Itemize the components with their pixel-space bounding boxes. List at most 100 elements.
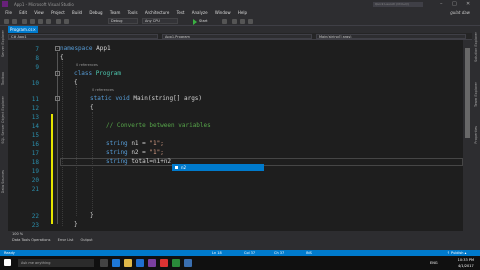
platform-select[interactable]: Any CPU [142,18,178,24]
scrollbar-thumb[interactable] [465,48,470,138]
line-number: 9 [35,64,39,71]
visual-studio-taskbar-icon[interactable] [148,259,156,267]
line-number: 16 [31,141,39,148]
new-project-icon[interactable] [22,19,27,24]
properties-tab[interactable]: Properties [474,126,478,144]
file-explorer-icon[interactable] [124,259,132,267]
tab-data-tools-operations[interactable]: Data Tools Operations [12,238,50,242]
fold-toggle-class[interactable]: - [55,71,60,76]
tab-output[interactable]: Output [80,238,92,242]
line-number: 7 [35,46,39,53]
menu-bar: File Edit View Project Build Debug Team … [0,9,480,17]
left-tool-strip: Server Explorer Toolbox SQL Server Objec… [0,26,8,250]
undo-icon[interactable] [56,19,61,24]
comment-icon[interactable] [232,19,237,24]
menu-test[interactable]: Test [177,10,185,15]
quick-launch-input[interactable]: Quick Launch (Ctrl+Q) [373,2,423,7]
bookmark-icon[interactable] [248,19,253,24]
clock[interactable]: 10:33 PM 4/1/2017 [458,257,474,269]
fold-toggle-main[interactable]: - [55,96,60,101]
line-number: 22 [31,213,39,220]
tab-program-cs[interactable]: Program.cs × [8,26,38,33]
code-line-brace: } [90,212,94,219]
code-lens-references[interactable]: 0 references [92,88,114,92]
start-icon[interactable] [193,19,197,25]
title-bar: App1 - Microsoft Visual Studio Quick Lau… [0,0,480,9]
menu-analyze[interactable]: Analyze [192,10,208,15]
edge-icon[interactable] [112,259,120,267]
server-explorer-tab[interactable]: Server Explorer [1,30,5,57]
project-dropdown[interactable]: C# App1 [8,34,158,39]
sql-server-object-explorer-tab[interactable]: SQL Server Object Explorer [1,96,5,144]
line-number: 17 [31,150,39,157]
code-line-brace: } [74,221,78,228]
tab-close-icon[interactable]: × [33,26,36,33]
menu-view[interactable]: View [34,10,44,15]
menu-tools[interactable]: Tools [128,10,138,15]
uncomment-icon[interactable] [240,19,245,24]
menu-architecture[interactable]: Architecture [145,10,170,15]
toolbox-tab[interactable]: Toolbox [1,72,5,85]
vertical-scrollbar[interactable] [463,40,472,231]
line-number: 23 [31,222,39,229]
start-button[interactable]: Start [199,17,208,26]
language-indicator[interactable]: ENG [430,256,438,270]
tab-label: Program.cs [10,27,33,32]
line-number: 21 [31,186,39,193]
menu-edit[interactable]: Edit [19,10,27,15]
clock-date: 4/1/2017 [457,264,474,268]
document-tab-strip [8,26,472,33]
task-view-icon[interactable] [100,259,108,267]
windows-start-icon[interactable] [4,259,11,266]
menu-team[interactable]: Team [110,10,121,15]
open-file-icon[interactable] [30,19,35,24]
code-line-class: class Program [74,70,121,77]
line-number: 10 [31,80,39,87]
window-title: App1 - Microsoft Visual Studio [14,2,74,7]
menu-build[interactable]: Build [72,10,82,15]
menu-help[interactable]: Help [238,10,247,15]
code-line-18[interactable]: string total=n1+n2 [106,158,171,166]
app-icon[interactable] [172,259,180,267]
menu-project[interactable]: Project [51,10,65,15]
store-icon[interactable] [136,259,144,267]
menu-window[interactable]: Window [215,10,231,15]
team-explorer-tab[interactable]: Team Explorer [474,82,478,107]
browser-link-icon[interactable] [222,19,227,24]
member-dropdown[interactable]: Main(string[] args) [316,34,466,39]
close-icon[interactable]: ✕ [466,0,470,9]
maximize-icon[interactable]: □ [452,0,457,9]
line-number: 20 [31,177,39,184]
class-dropdown[interactable]: App1.Program [162,34,312,39]
back-icon[interactable] [4,19,9,24]
redo-icon[interactable] [64,19,69,24]
menu-debug[interactable]: Debug [89,10,102,15]
line-number: 11 [31,96,39,103]
app-icon[interactable] [184,259,192,267]
line-number: 19 [31,168,39,175]
tab-error-list[interactable]: Error List [58,238,74,242]
app-icon[interactable] [160,259,168,267]
intellisense-suggestion[interactable]: n2 [172,164,264,171]
minimize-icon[interactable]: – [440,0,443,9]
data-sources-tab[interactable]: Data Sources [1,170,5,193]
solution-explorer-tab[interactable]: Solution Explorer [474,32,478,62]
taskbar-search-input[interactable]: Ask me anything [18,259,94,267]
intellisense-item-label: n2 [181,165,187,170]
line-number: 18 [31,159,39,166]
navigation-bar: C# App1 App1.Program Main(string[] args) [8,33,472,40]
solution-config-select[interactable]: Debug [108,18,138,24]
toolbar: Debug Any CPU Start [0,17,480,26]
code-lens-references[interactable]: 0 references [76,63,98,67]
line-number: 8 [35,55,39,62]
user-name[interactable]: gulat daw [450,9,470,17]
save-all-icon[interactable] [46,19,51,24]
save-icon[interactable] [38,19,43,24]
code-line-brace: { [74,79,78,86]
code-line-main: static void Main(string[] args) [90,95,203,102]
line-number: 15 [31,132,39,139]
menu-file[interactable]: File [5,10,12,15]
forward-icon[interactable] [12,19,17,24]
code-line-comment: // Converte between variables [106,122,211,129]
line-number: 14 [31,123,39,130]
